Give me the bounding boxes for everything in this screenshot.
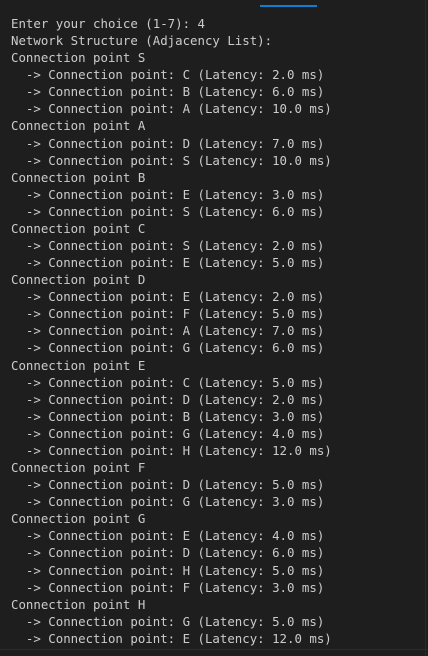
terminal-line: -> Connection point: F (Latency: 3.0 ms) (11, 579, 325, 595)
active-tab-indicator (260, 5, 317, 7)
terminal-line: -> Connection point: D (Latency: 2.0 ms) (11, 391, 325, 407)
terminal-line: -> Connection point: S (Latency: 6.0 ms) (11, 203, 325, 219)
terminal-line: -> Connection point: D (Latency: 7.0 ms) (11, 135, 325, 151)
terminal-line: -> Connection point: E (Latency: 12.0 ms… (11, 630, 332, 646)
terminal-line: Connection point C (11, 220, 146, 236)
terminal-line: Connection point A (11, 118, 146, 134)
terminal-line: -> Connection point: C (Latency: 2.0 ms) (11, 67, 325, 83)
terminal-line: Connection point H (11, 596, 146, 612)
terminal-line: -> Connection point: H (Latency: 12.0 ms… (11, 442, 332, 458)
terminal-line: -> Connection point: A (Latency: 7.0 ms) (11, 323, 325, 339)
terminal-line: Connection point E (11, 357, 146, 373)
terminal-line: -> Connection point: E (Latency: 5.0 ms) (11, 255, 325, 271)
terminal-line: -> Connection point: D (Latency: 5.0 ms) (11, 477, 325, 493)
terminal-line: -> Connection point: A (Latency: 10.0 ms… (11, 101, 332, 117)
terminal-line: -> Connection point: B (Latency: 3.0 ms) (11, 408, 325, 424)
terminal-line: Connection point D (11, 272, 146, 288)
terminal-line: -> Connection point: E (Latency: 4.0 ms) (11, 528, 325, 544)
terminal-output: Enter your choice (1-7): 4 Network Struc… (11, 15, 332, 647)
terminal-line: Enter your choice (1-7): 4 (11, 16, 205, 31)
terminal-line: Connection point S (11, 50, 146, 66)
terminal-line: -> Connection point: S (Latency: 2.0 ms) (11, 238, 325, 254)
terminal-line: -> Connection point: D (Latency: 6.0 ms) (11, 545, 325, 561)
terminal-line: -> Connection point: G (Latency: 3.0 ms) (11, 494, 325, 510)
terminal-line: -> Connection point: S (Latency: 10.0 ms… (11, 152, 332, 168)
terminal-line: Connection point G (11, 511, 146, 527)
panel-bottom-divider (0, 649, 428, 650)
terminal-line: Network Structure (Adjacency List): (11, 33, 273, 49)
terminal-line: -> Connection point: B (Latency: 6.0 ms) (11, 84, 325, 100)
terminal-line: Connection point F (11, 460, 146, 476)
terminal-line: -> Connection point: E (Latency: 3.0 ms) (11, 186, 325, 202)
terminal-line: -> Connection point: G (Latency: 4.0 ms) (11, 425, 325, 441)
terminal-line: -> Connection point: G (Latency: 6.0 ms) (11, 340, 325, 356)
terminal-line: -> Connection point: F (Latency: 5.0 ms) (11, 306, 325, 322)
terminal-line: -> Connection point: G (Latency: 5.0 ms) (11, 613, 325, 629)
panel-divider (425, 0, 426, 656)
terminal-panel[interactable]: Enter your choice (1-7): 4 Network Struc… (0, 0, 428, 656)
terminal-line: Connection point B (11, 169, 146, 185)
terminal-line: -> Connection point: E (Latency: 2.0 ms) (11, 289, 325, 305)
terminal-line: -> Connection point: H (Latency: 5.0 ms) (11, 562, 325, 578)
terminal-line: -> Connection point: C (Latency: 5.0 ms) (11, 374, 325, 390)
